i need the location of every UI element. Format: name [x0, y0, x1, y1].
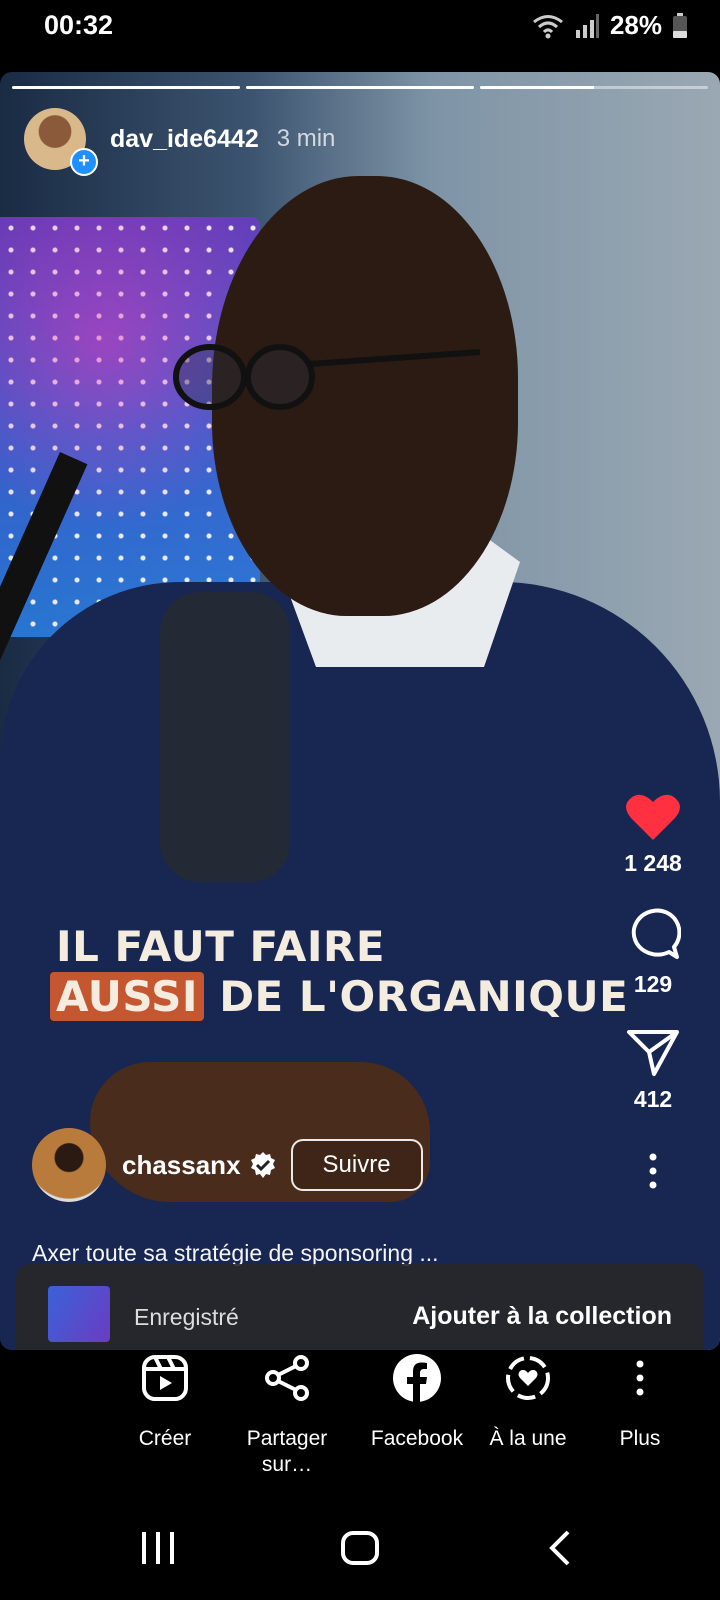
- battery-icon: [673, 12, 687, 38]
- glasses-graphic: [173, 344, 481, 410]
- caption-highlight: AUSSI: [50, 972, 205, 1021]
- heart-icon[interactable]: [625, 792, 681, 842]
- comment-count: 129: [633, 971, 673, 997]
- more-options-icon[interactable]: [648, 1153, 658, 1189]
- progress-fill: [480, 86, 594, 89]
- home-icon[interactable]: [340, 1528, 380, 1568]
- story-viewer[interactable]: + dav_ide6442 3 min IL FAUT FAIRE AUSSI …: [0, 72, 720, 1350]
- share-send-to-label: Partager sur…: [246, 1427, 328, 1476]
- status-icons: 28%: [532, 10, 688, 41]
- wifi-icon: [533, 14, 563, 38]
- share-more-label: Plus: [619, 1427, 661, 1450]
- back-icon[interactable]: [546, 1528, 572, 1568]
- share-sheet: Créer Partager sur… Facebook À la une Pl…: [0, 1350, 720, 1500]
- share-create[interactable]: Créer: [100, 1350, 230, 1452]
- progress-segment: [246, 86, 474, 89]
- status-time: 00:32: [44, 10, 114, 40]
- comment-icon[interactable]: [625, 907, 681, 963]
- saved-notification: Enregistré Ajouter à la collection: [16, 1264, 704, 1350]
- like-count: 1 248: [624, 850, 682, 876]
- system-nav-bar: [0, 1500, 720, 1600]
- share-highlight-label: À la une: [489, 1427, 567, 1450]
- signal-icon: [575, 13, 599, 38]
- progress-fill: [12, 86, 240, 89]
- caption-line-1: IL FAUT FAIRE: [56, 922, 386, 971]
- action-rail: 1 248 129 412: [616, 792, 690, 1189]
- highlight-icon: [500, 1350, 556, 1406]
- share-create-label: Créer: [138, 1427, 192, 1450]
- share-highlight[interactable]: À la une: [463, 1350, 593, 1452]
- send-icon[interactable]: [626, 1028, 680, 1078]
- share-icon: [259, 1350, 315, 1406]
- microphone: [160, 592, 290, 882]
- share-facebook-label: Facebook: [370, 1427, 464, 1450]
- story-time-ago: 3 min: [276, 125, 336, 152]
- story-progress: [12, 86, 708, 89]
- author-avatar[interactable]: [32, 1128, 106, 1202]
- caption-line-2: AUSSI DE L'ORGANIQUE: [50, 972, 629, 1022]
- reels-icon: [137, 1350, 193, 1406]
- add-plus-icon[interactable]: +: [70, 148, 98, 176]
- video-caption: IL FAUT FAIRE AUSSI DE L'ORGANIQUE: [50, 922, 629, 1022]
- saved-label: Enregistré: [134, 1304, 239, 1330]
- progress-fill: [246, 86, 474, 89]
- share-count: 412: [633, 1086, 673, 1112]
- caption-line-2-rest: DE L'ORGANIQUE: [219, 972, 629, 1021]
- author-name[interactable]: chassanx: [122, 1150, 241, 1181]
- story-header: + dav_ide6442 3 min: [24, 108, 336, 176]
- share-send-to[interactable]: Partager sur…: [222, 1350, 352, 1478]
- follow-button[interactable]: Suivre: [290, 1139, 423, 1191]
- story-username[interactable]: dav_ide6442: [110, 125, 259, 154]
- progress-segment: [480, 86, 708, 89]
- verified-badge-icon: [250, 1152, 275, 1178]
- story-avatar[interactable]: +: [24, 108, 98, 176]
- more-vertical-icon: [612, 1350, 668, 1406]
- reel-description[interactable]: Axer toute sa stratégie de sponsoring ..…: [32, 1240, 439, 1267]
- saved-thumbnail: [48, 1286, 110, 1342]
- share-more[interactable]: Plus: [575, 1350, 705, 1452]
- recent-apps-icon[interactable]: [140, 1528, 176, 1568]
- progress-segment: [12, 86, 240, 89]
- author-row: chassanx Suivre: [32, 1128, 423, 1202]
- status-bar: 00:32 28%: [0, 0, 720, 52]
- battery-percent: 28%: [609, 10, 662, 40]
- facebook-icon: [389, 1350, 445, 1406]
- add-to-collection-link[interactable]: Ajouter à la collection: [412, 1302, 672, 1331]
